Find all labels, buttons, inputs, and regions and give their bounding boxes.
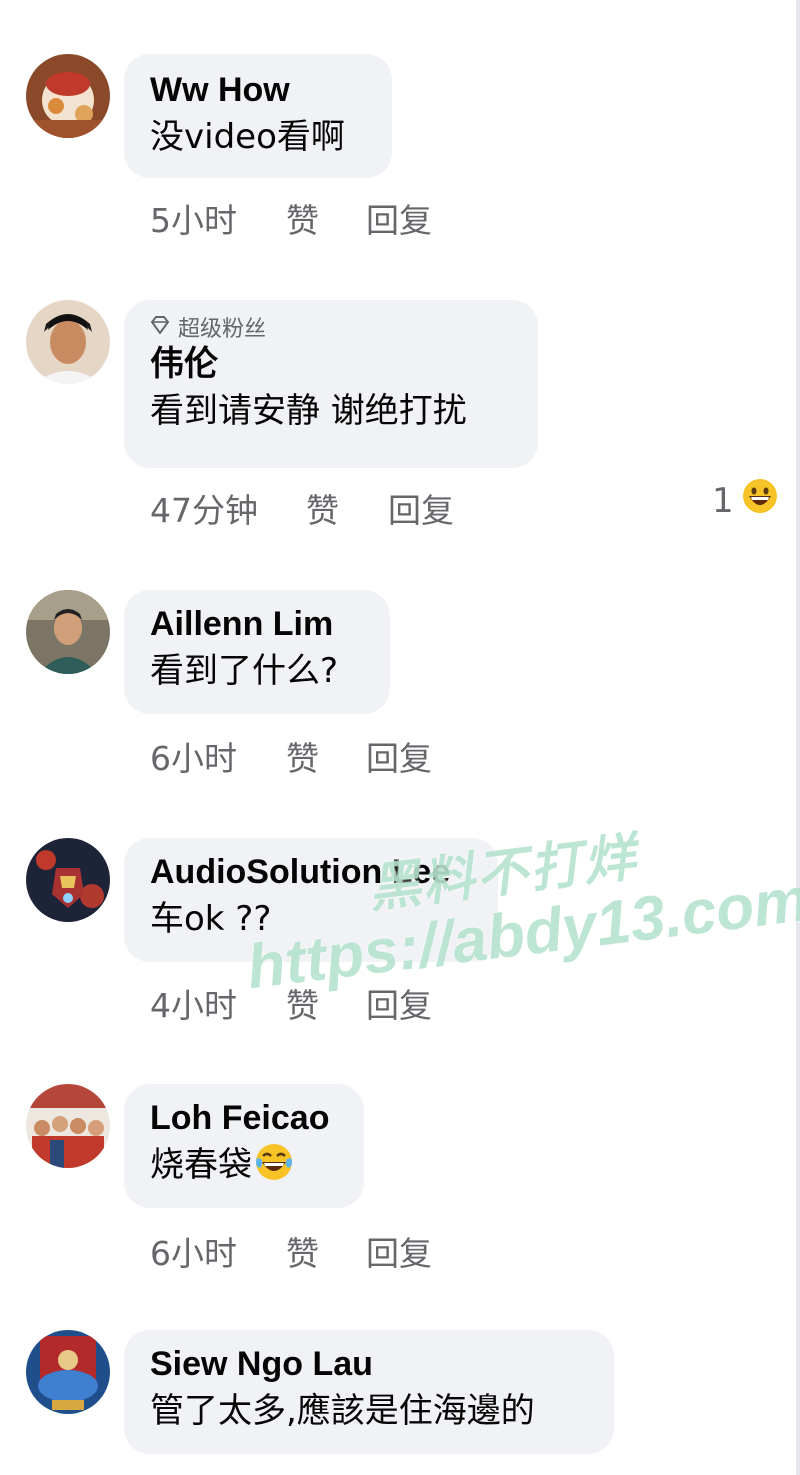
scroll-edge — [796, 0, 800, 1475]
comment-bubble: Ww How 没video看啊 — [124, 54, 392, 178]
comment-text: 管了太多,應該是住海邊的 — [150, 1391, 535, 1431]
comment-bubble: Aillenn Lim 看到了什么? — [124, 590, 390, 714]
comment-time[interactable]: 47分钟 — [150, 484, 306, 532]
avatar[interactable] — [26, 1330, 110, 1414]
laughing-tears-emoji-icon — [254, 1142, 294, 1196]
diamond-icon — [150, 315, 170, 340]
avatar[interactable] — [26, 590, 110, 674]
comment-actions: 6小时 赞 回复 — [150, 732, 432, 780]
comment-text: 车ok ?? — [150, 899, 272, 939]
comment-actions: 6小时 赞 回复 — [150, 1227, 432, 1275]
comment-bubble: AudioSolution Lee 车ok ?? — [124, 838, 498, 962]
reply-button[interactable]: 回复 — [366, 1227, 432, 1275]
grinning-emoji-icon — [742, 478, 778, 523]
comment-time[interactable]: 6小时 — [150, 1227, 286, 1275]
reply-button[interactable]: 回复 — [366, 732, 432, 780]
reply-button[interactable]: 回复 — [366, 194, 432, 242]
commenter-name[interactable]: Siew Ngo Lau — [150, 1342, 588, 1386]
comment-bubble: Siew Ngo Lau 管了太多,應該是住海邊的 — [124, 1330, 614, 1454]
comment-text: 烧春袋 — [150, 1140, 338, 1196]
reaction-summary[interactable]: 1 — [712, 478, 778, 523]
reply-button[interactable]: 回复 — [388, 484, 454, 532]
like-button[interactable]: 赞 — [286, 732, 366, 780]
like-button[interactable]: 赞 — [306, 484, 388, 532]
avatar[interactable] — [26, 838, 110, 922]
top-fan-badge: 超级粉丝 — [150, 312, 512, 342]
comment-actions: 5小时 赞 回复 — [150, 194, 432, 242]
commenter-name[interactable]: Aillenn Lim — [150, 602, 364, 646]
badge-label: 超级粉丝 — [178, 317, 267, 342]
comment-time[interactable]: 6小时 — [150, 732, 286, 780]
like-button[interactable]: 赞 — [286, 979, 366, 1027]
reply-button[interactable]: 回复 — [366, 979, 432, 1027]
commenter-name[interactable]: Loh Feicao — [150, 1096, 338, 1140]
comment-actions: 4小时 赞 回复 — [150, 979, 432, 1027]
avatar[interactable] — [26, 1084, 110, 1168]
comment-text: 看到了什么? — [150, 651, 339, 691]
commenter-name[interactable]: AudioSolution Lee — [150, 850, 472, 894]
commenter-name[interactable]: 伟伦 — [150, 342, 512, 386]
comment-text: 看到请安静 谢绝打扰 — [150, 391, 467, 431]
comment-text-content: 烧春袋 — [150, 1145, 252, 1185]
reaction-count: 1 — [712, 480, 734, 521]
comment-text: 没video看啊 — [150, 117, 345, 157]
comment-bubble: Loh Feicao 烧春袋 — [124, 1084, 364, 1208]
like-button[interactable]: 赞 — [286, 1227, 366, 1275]
avatar[interactable] — [26, 300, 110, 384]
avatar[interactable] — [26, 54, 110, 138]
comment-bubble: 超级粉丝 伟伦 看到请安静 谢绝打扰 — [124, 300, 538, 468]
comment-actions: 47分钟 赞 回复 — [150, 484, 454, 532]
like-button[interactable]: 赞 — [286, 194, 366, 242]
comment-time[interactable]: 5小时 — [150, 194, 286, 242]
comment-time[interactable]: 4小时 — [150, 979, 286, 1027]
commenter-name[interactable]: Ww How — [150, 68, 366, 112]
